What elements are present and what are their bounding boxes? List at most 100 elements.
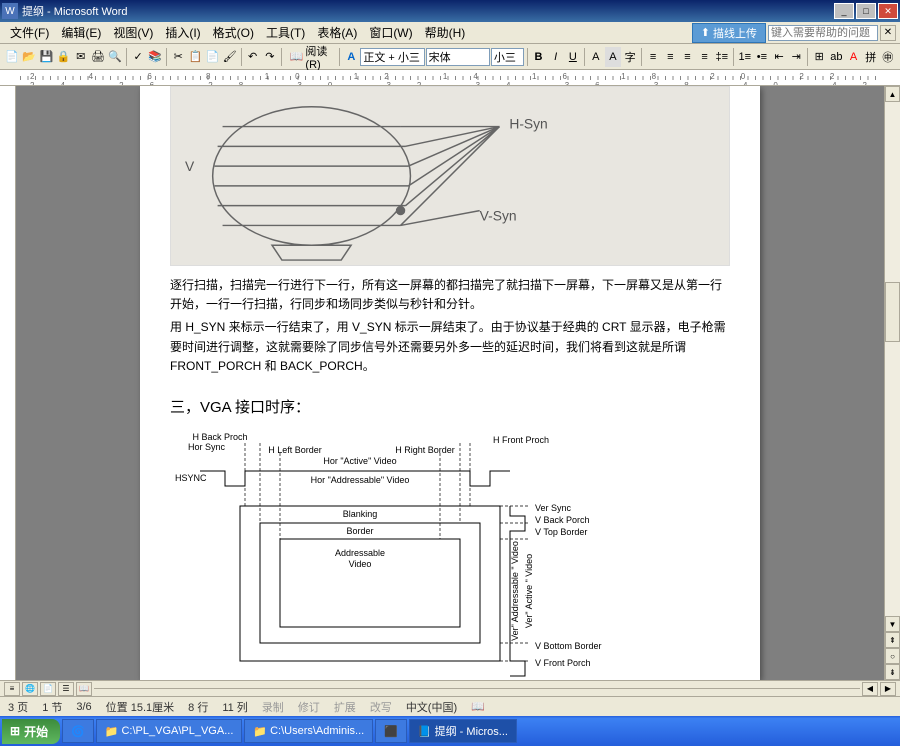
status-position: 位置 15.1厘米: [106, 699, 174, 715]
svg-text:Hor "Addressable" Video: Hor "Addressable" Video: [311, 475, 410, 485]
close-button[interactable]: ✕: [878, 3, 898, 19]
hscroll-left-icon[interactable]: ◀: [862, 682, 878, 696]
char-scale-icon[interactable]: 字: [622, 47, 638, 67]
menu-file[interactable]: 文件(F): [4, 22, 55, 43]
border-icon[interactable]: ⊞: [811, 47, 827, 67]
research-icon[interactable]: 📚: [147, 47, 163, 67]
mail-icon[interactable]: ✉: [73, 47, 89, 67]
format-icon[interactable]: A: [343, 47, 359, 67]
format-painter-icon[interactable]: 🖌: [222, 47, 238, 67]
status-trk[interactable]: 修订: [298, 699, 320, 715]
font-color-icon[interactable]: A: [845, 47, 861, 67]
scroll-down-icon[interactable]: ▼: [885, 616, 900, 632]
vertical-scrollbar[interactable]: ▲ ▼ ⇞ ○ ⇟: [884, 86, 900, 680]
vertical-ruler[interactable]: [0, 86, 16, 680]
numbering-icon[interactable]: 1≡: [737, 47, 753, 67]
char-border-icon[interactable]: A: [588, 47, 604, 67]
heading-3: 三，VGA 接口时序：: [170, 396, 730, 417]
windows-logo-icon: ⊞: [10, 724, 20, 738]
menu-view[interactable]: 视图(V): [107, 22, 159, 43]
svg-text:Addressable: Addressable: [335, 548, 385, 558]
minimize-button[interactable]: _: [834, 3, 854, 19]
underline-icon[interactable]: U: [565, 47, 581, 67]
horizontal-ruler[interactable]: 2 4 6 8 10 12 14 16 18 20 22 24 26 28 30…: [0, 70, 900, 86]
undo-icon[interactable]: ↶: [245, 47, 261, 67]
task-folder-1[interactable]: 📁C:\PL_VGA\PL_VGA...: [96, 719, 243, 743]
status-lang[interactable]: 中文(中国): [406, 699, 457, 715]
print-icon[interactable]: 🖨: [90, 47, 106, 67]
task-app-1[interactable]: ⬛: [375, 719, 407, 743]
phonetic-icon[interactable]: 拼: [863, 47, 879, 67]
titlebar: W 提纲 - Microsoft Word _ □ ✕: [0, 0, 900, 22]
permission-icon[interactable]: 🔒: [56, 47, 72, 67]
bullets-icon[interactable]: •≡: [754, 47, 770, 67]
status-spellcheck-icon[interactable]: 📖: [471, 700, 485, 713]
hscroll-right-icon[interactable]: ▶: [880, 682, 896, 696]
align-center-icon[interactable]: ≡: [662, 47, 678, 67]
align-right-icon[interactable]: ≡: [679, 47, 695, 67]
align-justify-icon[interactable]: ≡: [697, 47, 713, 67]
web-view-icon[interactable]: 🌐: [22, 682, 38, 696]
status-rec[interactable]: 录制: [262, 699, 284, 715]
task-folder-2[interactable]: 📁C:\Users\Adminis...: [244, 719, 373, 743]
prev-page-icon[interactable]: ⇞: [885, 632, 900, 648]
enclose-icon[interactable]: ㊥: [880, 47, 896, 67]
svg-text:Blanking: Blanking: [343, 509, 378, 519]
bold-icon[interactable]: B: [530, 47, 546, 67]
body-paragraph-2: 用 H_SYN 来标示一行结束了，用 V_SYN 标示一屏结束了。由于协议基于经…: [170, 318, 730, 376]
redo-icon[interactable]: ↷: [262, 47, 278, 67]
outdent-icon[interactable]: ⇤: [771, 47, 787, 67]
status-ovr[interactable]: 改写: [370, 699, 392, 715]
paste-icon[interactable]: 📄: [204, 47, 220, 67]
cut-icon[interactable]: ✂: [170, 47, 186, 67]
maximize-button[interactable]: □: [856, 3, 876, 19]
size-select[interactable]: 小三: [491, 48, 524, 66]
quicklaunch-1[interactable]: 🌀: [62, 719, 94, 743]
new-icon[interactable]: 📄: [4, 47, 20, 67]
open-icon[interactable]: 📂: [21, 47, 37, 67]
indent-icon[interactable]: ⇥: [788, 47, 804, 67]
char-shading-icon[interactable]: A: [605, 47, 621, 67]
menu-format[interactable]: 格式(O): [207, 22, 260, 43]
status-section: 1 节: [42, 699, 62, 715]
print-view-icon[interactable]: 📄: [40, 682, 56, 696]
browse-object-icon[interactable]: ○: [885, 648, 900, 664]
copy-icon[interactable]: 📋: [187, 47, 203, 67]
help-search-input[interactable]: [768, 25, 878, 41]
outline-view-icon[interactable]: ☰: [58, 682, 74, 696]
scroll-thumb[interactable]: [885, 282, 900, 342]
preview-icon[interactable]: 🔍: [107, 47, 123, 67]
line-spacing-icon[interactable]: ‡≡: [714, 47, 730, 67]
italic-icon[interactable]: I: [548, 47, 564, 67]
svg-text:H-Syn: H-Syn: [509, 116, 547, 132]
document-area[interactable]: V H-Syn V-Syn 逐行扫描，扫描完一行进行下一行，所有这一屏幕的都扫描…: [16, 86, 884, 680]
menu-insert[interactable]: 插入(I): [159, 22, 206, 43]
scroll-up-icon[interactable]: ▲: [885, 86, 900, 102]
read-button[interactable]: 📖阅读(R): [285, 47, 337, 67]
svg-text:H Front Proch: H Front Proch: [493, 435, 549, 445]
svg-text:H Left Border: H Left Border: [268, 445, 322, 455]
next-page-icon[interactable]: ⇟: [885, 664, 900, 680]
start-button[interactable]: ⊞ 开始: [2, 719, 60, 744]
menu-window[interactable]: 窗口(W): [363, 22, 418, 43]
upload-button[interactable]: ⬆描线上传: [692, 23, 766, 43]
status-ext[interactable]: 扩展: [334, 699, 356, 715]
save-icon[interactable]: 💾: [38, 47, 54, 67]
vga-timing-diagram: HSYNC H Back Proch Hor Sync H Left Borde…: [170, 431, 730, 680]
svg-text:Ver Sync: Ver Sync: [535, 503, 572, 513]
menu-edit[interactable]: 编辑(E): [55, 22, 107, 43]
svg-text:V: V: [185, 158, 195, 174]
highlight-icon[interactable]: ab: [828, 47, 844, 67]
menu-tools[interactable]: 工具(T): [260, 22, 311, 43]
doc-close-button[interactable]: ✕: [880, 25, 896, 41]
menu-help[interactable]: 帮助(H): [419, 22, 472, 43]
normal-view-icon[interactable]: ≡: [4, 682, 20, 696]
align-left-icon[interactable]: ≡: [645, 47, 661, 67]
font-select[interactable]: 宋体: [426, 48, 490, 66]
reading-view-icon[interactable]: 📖: [76, 682, 92, 696]
task-word[interactable]: 📘提纲 - Micros...: [409, 719, 517, 743]
menu-table[interactable]: 表格(A): [311, 22, 363, 43]
spellcheck-icon[interactable]: ✓: [130, 47, 146, 67]
status-pages: 3/6: [76, 701, 91, 713]
style-select[interactable]: 正文 + 小三: [360, 48, 424, 66]
